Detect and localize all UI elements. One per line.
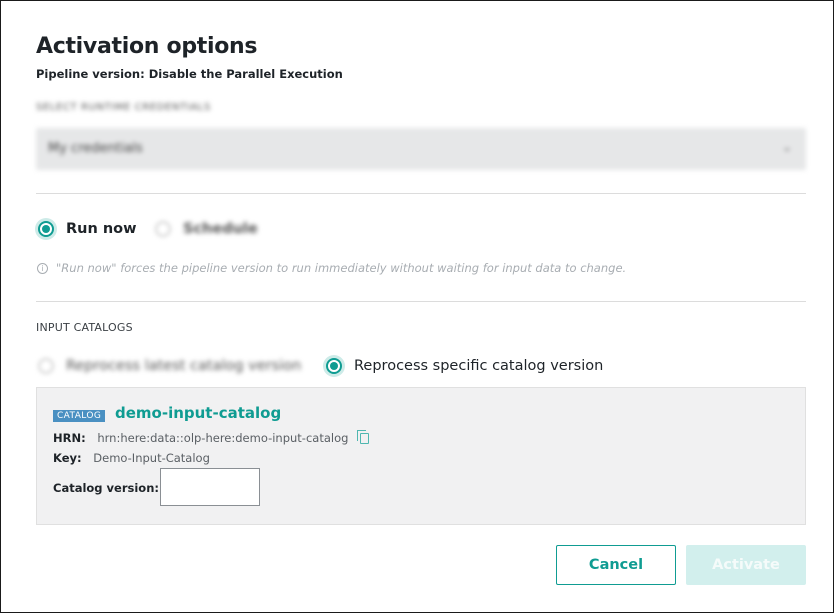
- radio-reprocess-specific-indicator[interactable]: [326, 358, 342, 374]
- credentials-select[interactable]: My credentials ⌄: [36, 128, 806, 170]
- catalog-version-input[interactable]: [160, 468, 260, 506]
- radio-reprocess-specific[interactable]: Reprocess specific catalog version: [326, 358, 603, 374]
- activate-button[interactable]: Activate: [686, 545, 806, 585]
- catalog-card: CATALOG demo-input-catalog HRN: hrn:here…: [36, 387, 806, 525]
- run-now-info-text: "Run now" forces the pipeline version to…: [56, 261, 627, 275]
- catalog-hrn: HRN: hrn:here:data::olp-here:demo-input-…: [53, 430, 370, 445]
- cancel-button[interactable]: Cancel: [556, 545, 676, 585]
- info-icon: i: [37, 262, 48, 274]
- radio-schedule-indicator[interactable]: [155, 221, 171, 237]
- input-catalogs-label: INPUT CATALOGS: [36, 321, 133, 334]
- dialog-subtitle: Pipeline version: Disable the Parallel E…: [36, 67, 343, 81]
- dialog-title: Activation options: [36, 34, 258, 59]
- credentials-label: SELECT RUNTIME CREDENTIALS: [36, 102, 211, 113]
- divider: [36, 193, 806, 194]
- radio-reprocess-latest[interactable]: Reprocess latest catalog version: [38, 358, 301, 374]
- credentials-selected-value: My credentials: [48, 141, 143, 156]
- radio-schedule[interactable]: Schedule: [155, 221, 258, 237]
- radio-schedule-label: Schedule: [183, 221, 258, 237]
- activation-dialog: Activation options Pipeline version: Dis…: [0, 0, 834, 613]
- run-now-info: i "Run now" forces the pipeline version …: [37, 261, 626, 275]
- catalog-name-link[interactable]: demo-input-catalog: [115, 404, 281, 422]
- catalog-key: Key: Demo-Input-Catalog: [53, 451, 210, 465]
- key-value: Demo-Input-Catalog: [93, 451, 210, 465]
- radio-run-now-label: Run now: [66, 221, 137, 237]
- chevron-down-icon: ⌄: [781, 140, 792, 154]
- radio-reprocess-latest-indicator[interactable]: [38, 358, 54, 374]
- copy-icon[interactable]: [357, 430, 370, 444]
- catalog-badge: CATALOG: [53, 410, 106, 422]
- radio-reprocess-latest-label: Reprocess latest catalog version: [66, 358, 302, 374]
- key-label: Key:: [53, 451, 82, 465]
- radio-reprocess-specific-label: Reprocess specific catalog version: [354, 358, 604, 374]
- hrn-label: HRN:: [53, 431, 86, 445]
- radio-run-now[interactable]: Run now: [38, 221, 137, 237]
- radio-run-now-indicator[interactable]: [38, 221, 54, 237]
- catalog-version-label: Catalog version:: [53, 481, 159, 495]
- divider: [36, 301, 806, 302]
- hrn-value: hrn:here:data::olp-here:demo-input-catal…: [97, 431, 349, 445]
